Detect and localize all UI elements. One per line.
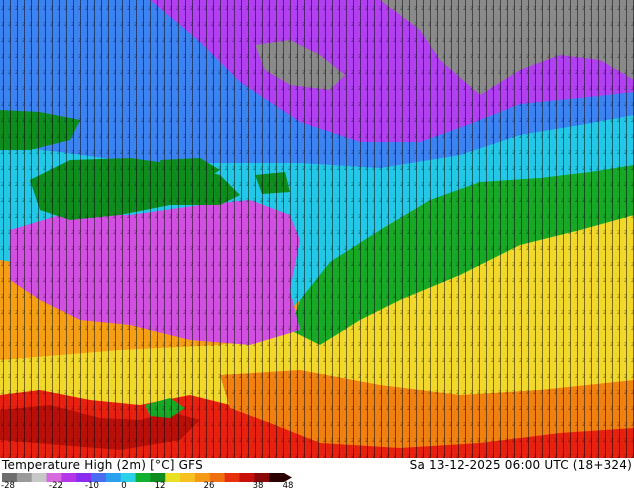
map-canvas: 2	[0, 0, 634, 458]
legend-swatch	[165, 473, 181, 482]
legend-swatch	[224, 473, 240, 482]
legend-swatch	[180, 473, 196, 482]
temperature-map: 2	[0, 0, 634, 458]
legend-swatch	[31, 473, 48, 482]
legend-swatch	[135, 473, 151, 482]
color-legend	[2, 473, 292, 482]
isotherm-contours	[0, 0, 634, 458]
legend-bar	[2, 473, 292, 482]
legend-swatch	[105, 473, 122, 482]
run-info: Sa 13-12-2025 06:00 UTC (18+324)	[409, 458, 632, 472]
legend-swatch	[61, 473, 77, 482]
map-footer: Temperature High (2m) [°C] GFS Sa 13-12-…	[0, 458, 634, 491]
legend-swatch	[16, 473, 33, 482]
map-title: Temperature High (2m) [°C] GFS	[2, 458, 203, 472]
